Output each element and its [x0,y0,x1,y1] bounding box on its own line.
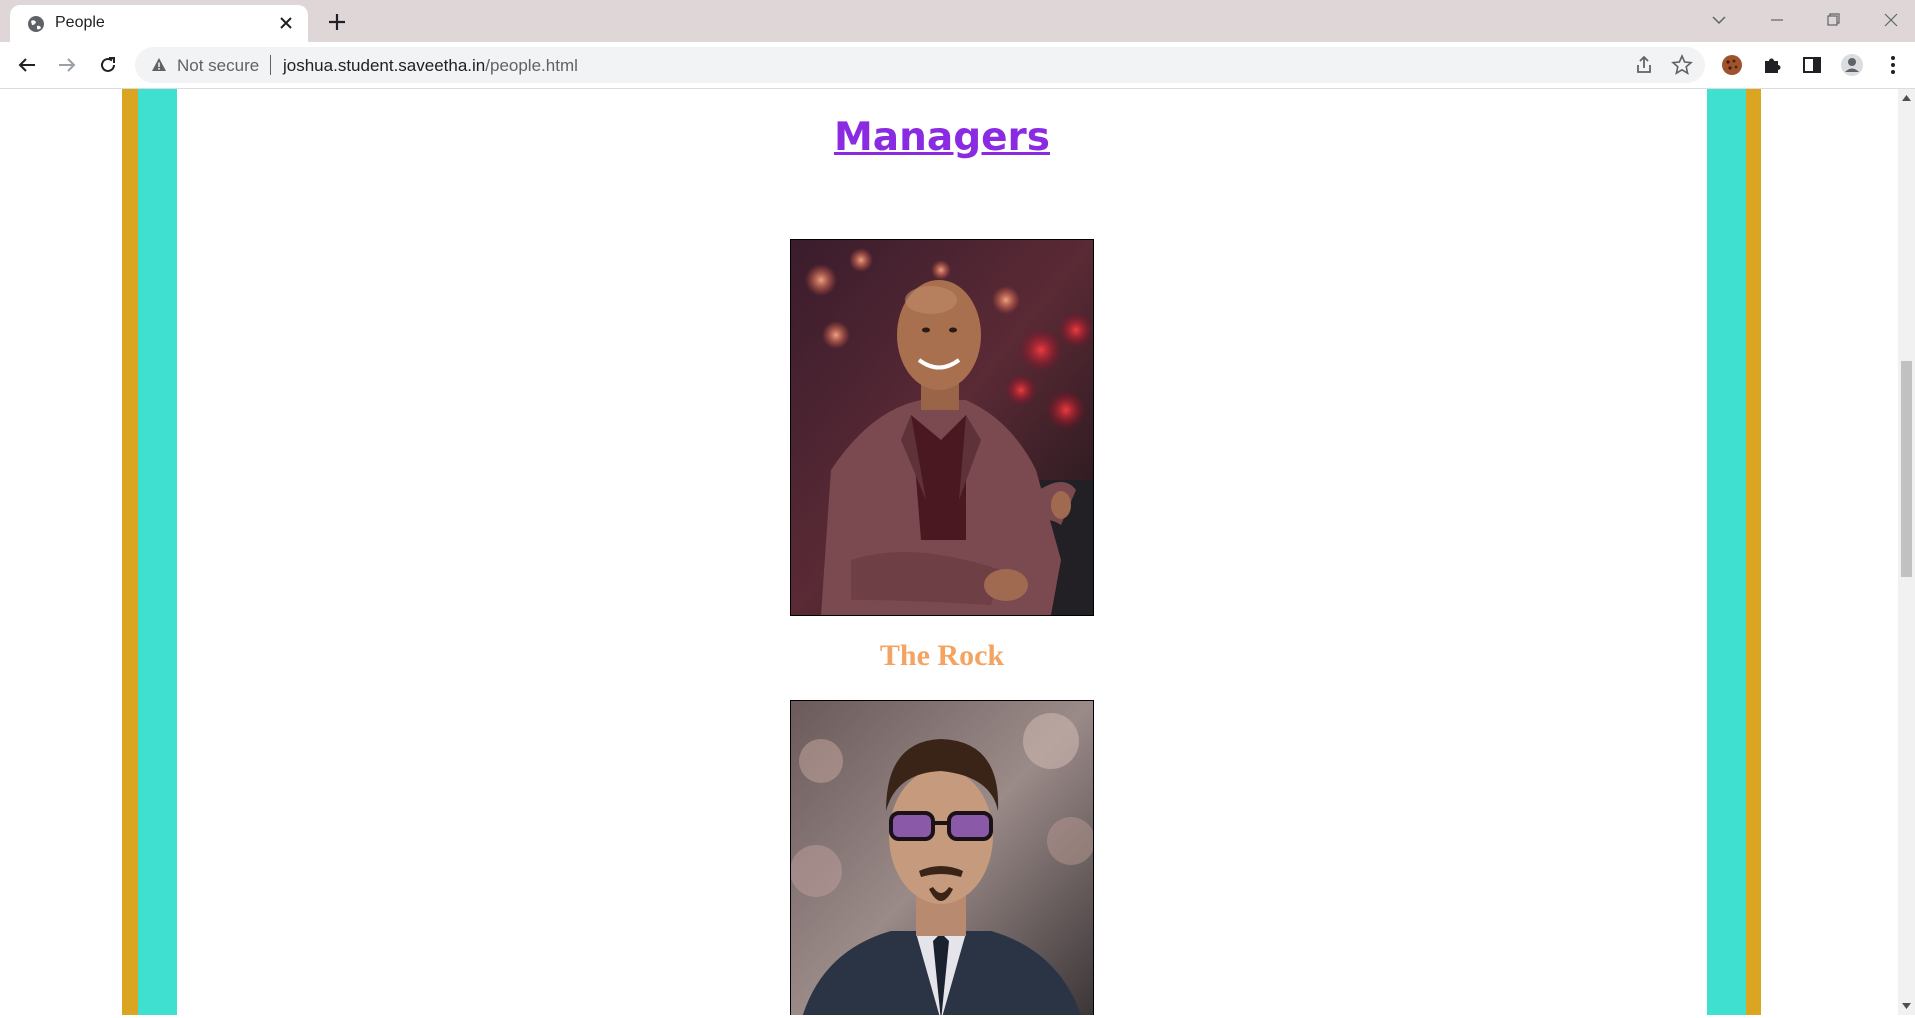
main-content: Managers The Rock [177,89,1707,1015]
person-name: The Rock [879,639,1005,672]
back-arrow-icon[interactable] [15,53,39,77]
globe-icon [26,14,46,34]
url-path: /people.html [485,56,578,75]
scrollbar-thumb[interactable] [1901,361,1912,577]
new-tab-icon[interactable] [325,10,349,34]
url-host: joshua.student.saveetha.in [283,56,486,75]
extensions-puzzle-icon[interactable] [1760,53,1784,77]
bookmark-star-icon[interactable] [1671,53,1693,76]
browser-tab-people[interactable]: People [10,5,308,42]
browser-toolbar: Not secure joshua.student.saveetha.in/pe… [0,42,1915,89]
tab-title: People [55,14,105,31]
page-viewport: Managers The Rock [0,89,1898,1015]
person-photo-the-rock [790,239,1094,616]
close-window-icon[interactable] [1879,8,1903,32]
left-gold-border [122,89,138,1015]
address-bar[interactable]: Not secure joshua.student.saveetha.in/pe… [135,47,1705,83]
share-icon[interactable] [1633,54,1655,76]
scroll-down-arrow-icon[interactable] [1901,999,1912,1013]
restore-icon[interactable] [1821,8,1845,32]
vertical-scrollbar[interactable] [1898,89,1915,1015]
right-gold-border [1746,89,1761,1015]
reload-icon[interactable] [96,53,120,77]
tab-search-icon[interactable] [1707,8,1731,32]
url-text[interactable]: joshua.student.saveetha.in/people.html [283,56,578,76]
forward-arrow-icon[interactable] [55,53,79,77]
separator [270,55,271,75]
more-menu-icon[interactable] [1881,53,1905,77]
warning-icon[interactable] [151,57,167,73]
cookie-extension-icon[interactable] [1720,53,1744,77]
close-tab-icon[interactable] [276,13,296,33]
security-status-label[interactable]: Not secure [177,56,259,76]
left-teal-border [138,89,177,1015]
managers-heading[interactable]: Managers [177,115,1707,160]
minimize-icon[interactable] [1765,8,1789,32]
tab-strip: People [0,0,1915,42]
side-panel-icon[interactable] [1800,53,1824,77]
person-photo-manager-2 [790,700,1094,1015]
scroll-up-arrow-icon[interactable] [1901,91,1912,105]
profile-avatar-icon[interactable] [1840,53,1864,77]
right-teal-border [1707,89,1746,1015]
